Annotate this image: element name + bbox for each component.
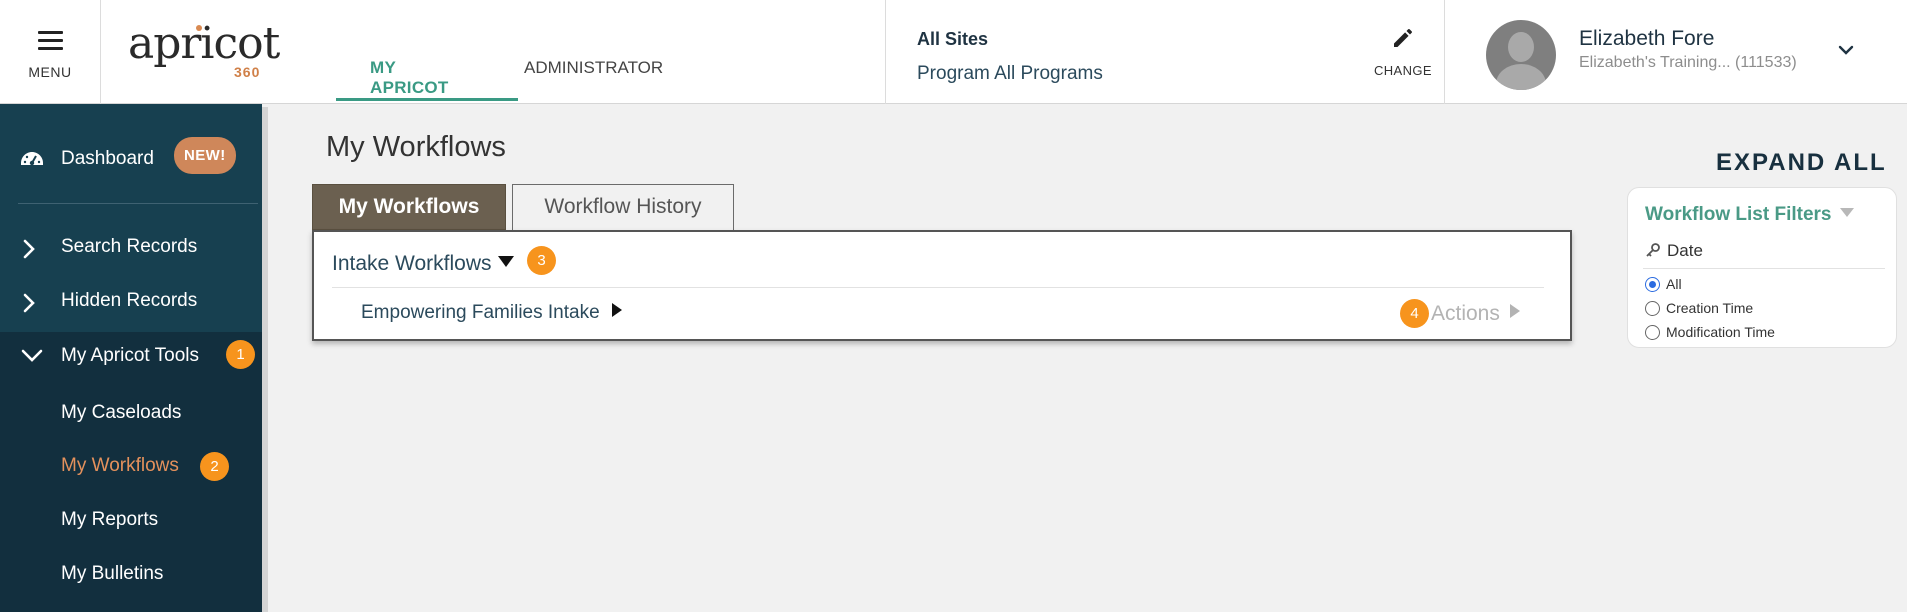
caret-right-icon xyxy=(611,303,622,317)
sidebar-subitem-my-caseloads[interactable]: My Caseloads xyxy=(61,402,181,424)
date-label: Date xyxy=(1667,241,1703,260)
radio-label: All xyxy=(1666,276,1682,292)
workflows-panel: Intake Workflows 3 Empowering Families I… xyxy=(312,230,1572,341)
caret-right-icon xyxy=(1509,304,1520,318)
count-badge: 2 xyxy=(200,452,229,481)
site-program-selector: All Sites Program All Programs CHANGE xyxy=(885,0,1445,104)
logo-word: apricot xyxy=(128,18,280,69)
change-label: CHANGE xyxy=(1373,63,1433,78)
apricot-logo[interactable]: apricot 360 xyxy=(128,18,280,82)
tab-my-workflows[interactable]: My Workflows xyxy=(312,184,506,230)
sidebar-item-label: Hidden Records xyxy=(61,290,198,311)
pencil-icon xyxy=(1394,29,1412,47)
chevron-right-icon xyxy=(23,239,35,259)
user-org-name: Elizabeth's Training... xyxy=(1579,54,1731,71)
sidebar-item-hidden-records[interactable]: Hidden Records xyxy=(0,278,262,328)
count-badge: 1 xyxy=(226,340,255,369)
group-label: Intake Workflows xyxy=(332,252,492,275)
actions-menu[interactable]: Actions xyxy=(1431,302,1520,326)
user-org-id: (111533) xyxy=(1735,54,1797,71)
radio-button[interactable] xyxy=(1645,301,1660,316)
radio-label: Creation Time xyxy=(1666,300,1754,316)
caret-down-icon xyxy=(497,256,514,267)
user-name: Elizabeth Fore xyxy=(1579,27,1715,50)
workflow-item-empowering-families-intake[interactable]: Empowering Families Intake xyxy=(361,302,622,324)
page-title: My Workflows xyxy=(326,131,506,163)
program-label: Program All Programs xyxy=(917,63,1103,84)
menu-label: MENU xyxy=(28,64,72,80)
sidebar: Dashboard NEW! Search Records Hidden Rec… xyxy=(0,104,262,612)
panel-divider xyxy=(332,287,1544,288)
chevron-down-icon xyxy=(21,349,43,362)
menu-button[interactable]: MENU xyxy=(0,0,101,104)
sidebar-divider xyxy=(18,203,258,204)
hamburger-icon xyxy=(38,31,63,50)
sidebar-item-label: My Apricot Tools xyxy=(61,345,199,366)
count-badge: 3 xyxy=(527,246,556,275)
count-badge: 4 xyxy=(1400,299,1429,328)
change-button[interactable]: CHANGE xyxy=(1368,26,1438,78)
chevron-down-icon[interactable] xyxy=(1838,44,1854,56)
caret-down-icon xyxy=(1839,208,1854,217)
radio-label: Modification Time xyxy=(1666,324,1775,340)
radio-button[interactable] xyxy=(1645,325,1660,340)
chevron-right-icon xyxy=(23,293,35,313)
date-filter-label: Date xyxy=(1645,241,1703,261)
key-icon xyxy=(1646,243,1660,257)
radio-modification-time[interactable]: Modification Time xyxy=(1645,324,1775,340)
avatar xyxy=(1486,20,1556,90)
sidebar-scrollbar[interactable] xyxy=(262,107,268,612)
filters-divider xyxy=(1643,268,1885,269)
tab-administrator[interactable]: ADMINISTRATOR xyxy=(524,58,663,78)
user-org: Elizabeth's Training... (111533) xyxy=(1579,54,1797,72)
dashboard-gauge-icon xyxy=(21,152,43,166)
expand-all-button[interactable]: EXPAND ALL xyxy=(1716,149,1887,177)
top-header: MENU apricot 360 MY APRICOT ADMINISTRATO… xyxy=(0,0,1907,104)
tab-my-apricot[interactable]: MY APRICOT xyxy=(370,58,449,98)
intake-workflows-group[interactable]: Intake Workflows xyxy=(332,252,514,276)
radio-button-checked[interactable] xyxy=(1645,277,1660,292)
active-tab-underline xyxy=(336,98,518,101)
sidebar-item-label: Search Records xyxy=(61,236,198,257)
radio-all[interactable]: All xyxy=(1645,276,1682,292)
logo-number: 360 xyxy=(234,64,261,80)
tab-workflow-history[interactable]: Workflow History xyxy=(512,184,734,230)
new-badge: NEW! xyxy=(174,137,236,174)
sidebar-subitem-my-bulletins[interactable]: My Bulletins xyxy=(61,563,163,585)
actions-label: Actions xyxy=(1431,302,1500,325)
sites-title: All Sites xyxy=(917,29,989,49)
filters-title-label: Workflow List Filters xyxy=(1645,204,1832,225)
sidebar-subitem-my-workflows[interactable]: My Workflows xyxy=(61,455,179,477)
workflow-list-filters: Workflow List Filters Date All Creation … xyxy=(1627,187,1897,348)
sidebar-item-label: Dashboard xyxy=(61,148,154,169)
user-menu[interactable]: Elizabeth Fore Elizabeth's Training... (… xyxy=(1446,0,1907,104)
sidebar-item-search-records[interactable]: Search Records xyxy=(0,224,262,274)
radio-creation-time[interactable]: Creation Time xyxy=(1645,300,1753,316)
filters-title[interactable]: Workflow List Filters xyxy=(1645,204,1854,226)
sidebar-subitem-my-reports[interactable]: My Reports xyxy=(61,509,158,531)
sidebar-item-my-apricot-tools[interactable]: My Apricot Tools xyxy=(0,333,262,383)
workflow-label: Empowering Families Intake xyxy=(361,302,600,323)
logo-dot xyxy=(196,25,202,31)
